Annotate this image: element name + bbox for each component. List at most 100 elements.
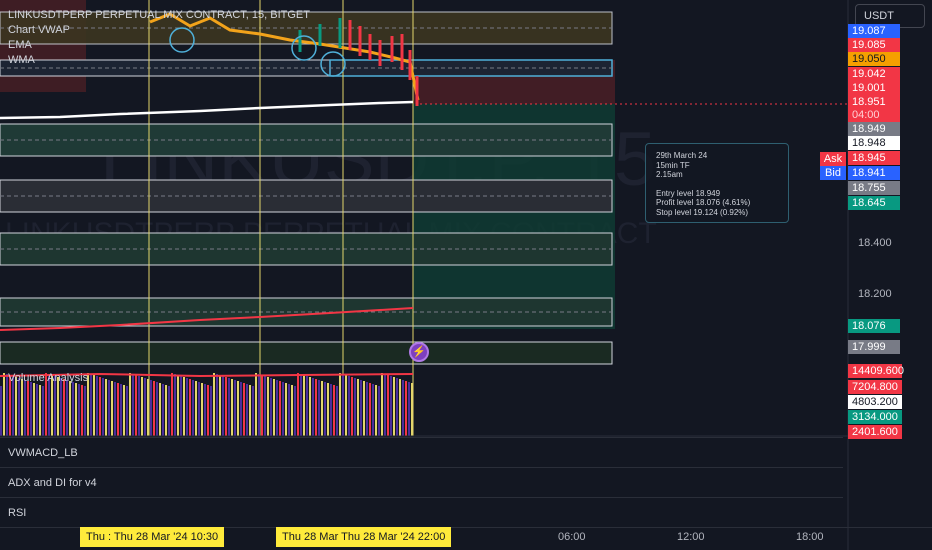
volume-bar — [252, 386, 254, 436]
volume-bar — [354, 378, 356, 436]
price-tag: 18.951 — [848, 95, 900, 109]
volume-bar — [348, 376, 350, 436]
volume-bar — [279, 381, 281, 436]
volume-bar — [12, 376, 14, 436]
pane-adx[interactable]: ADX and DI for v4 — [0, 467, 843, 497]
volume-bar — [324, 382, 326, 436]
volume-bar — [219, 375, 221, 436]
note-profit: Profit level 18.076 (4.61%) — [656, 198, 751, 208]
volume-bar — [336, 386, 338, 436]
price-tag: 18.076 — [848, 319, 900, 333]
volume-bar — [351, 377, 353, 436]
volume-bar — [99, 377, 101, 436]
volume-bar — [375, 385, 377, 436]
price-tag: 18.948 — [848, 136, 900, 150]
volume-bar — [15, 377, 17, 436]
vwap-line — [0, 100, 414, 120]
volume-bar — [255, 373, 257, 436]
volume-bar — [171, 373, 173, 436]
volume-bar — [246, 384, 248, 436]
price-tag: 19.085 — [848, 38, 900, 52]
volume-bar — [189, 379, 191, 436]
volume-bar — [111, 381, 113, 436]
volume-bar — [24, 380, 26, 436]
volume-bar — [222, 376, 224, 436]
volume-bar — [297, 373, 299, 436]
price-tag: 17.999 — [848, 340, 900, 354]
volume-bar — [210, 386, 212, 436]
volume-bar — [378, 386, 380, 436]
volume-bar — [105, 379, 107, 436]
volume-bar — [369, 383, 371, 436]
volume-tag: 4803.200 — [848, 395, 902, 409]
time-highlight-2: Thu 28 Mar Thu 28 Mar '24 22:00 — [276, 527, 452, 547]
zone-box — [0, 341, 613, 365]
price-scale-1: 18.400 — [858, 237, 892, 249]
volume-bar — [81, 385, 83, 436]
volume-bar — [267, 377, 269, 436]
volume-bar — [192, 380, 194, 436]
volume-bar — [207, 385, 209, 436]
price-tag: 18.941 — [848, 166, 900, 180]
volume-bar — [216, 374, 218, 436]
volume-bar — [90, 374, 92, 436]
volume-bar — [93, 375, 95, 436]
volume-bar — [399, 379, 401, 436]
volume-bar — [261, 375, 263, 436]
volume-bar — [282, 382, 284, 436]
volume-bar — [120, 384, 122, 436]
volume-bar — [144, 378, 146, 436]
volume-bar — [339, 373, 341, 436]
volume-pane-title[interactable]: Volume Analysis — [8, 372, 88, 384]
pane-rsi[interactable]: RSI — [0, 497, 843, 527]
volume-bar — [327, 383, 329, 436]
flash-icon[interactable]: ⚡ — [409, 342, 429, 362]
volume-bar — [9, 375, 11, 436]
volume-bar — [180, 376, 182, 436]
volume-bar — [204, 384, 206, 436]
volume-bar — [78, 384, 80, 436]
note-stop: Stop level 19.124 (0.92%) — [656, 207, 749, 217]
note-entry: Entry level 18.949 — [656, 188, 721, 198]
chart-area[interactable]: LINKUSDT.P, 15 LINKUSDTPERP PERPETUAL MI… — [0, 0, 932, 550]
price-tag: 19.050 — [848, 52, 900, 66]
volume-bar — [303, 375, 305, 436]
volume-bar — [411, 383, 413, 436]
legend-ema[interactable]: EMA — [8, 38, 310, 53]
volume-bar — [408, 382, 410, 436]
volume-bar — [177, 375, 179, 436]
volume-bar — [66, 380, 68, 436]
volume-bar — [159, 383, 161, 436]
volume-tag: 7204.800 — [848, 380, 902, 394]
legend-wma[interactable]: WMA — [8, 53, 310, 68]
volume-bar — [51, 375, 53, 436]
volume-bar — [102, 378, 104, 436]
volume-bar — [234, 380, 236, 436]
volume-bar — [363, 381, 365, 436]
volume-bar — [270, 378, 272, 436]
volume-bar — [69, 381, 71, 436]
indicator-legend: LINKUSDTPERP PERPETUAL MIX CONTRACT, 15,… — [8, 8, 310, 68]
volume-bar — [84, 386, 86, 436]
volume-bar — [183, 377, 185, 436]
volume-bar — [309, 377, 311, 436]
volume-bar — [147, 379, 149, 436]
volume-bar — [273, 379, 275, 436]
legend-vwap[interactable]: Chart VWAP — [8, 23, 310, 38]
volume-bar — [342, 374, 344, 436]
volume-bar — [405, 381, 407, 436]
volume-bar — [165, 385, 167, 436]
volume-bar — [366, 382, 368, 436]
trade-note[interactable]: 29th March 24 15min TF 2.15am Entry leve… — [645, 143, 789, 223]
volume-bar — [72, 382, 74, 436]
symbol-line[interactable]: LINKUSDTPERP PERPETUAL MIX CONTRACT, 15,… — [8, 8, 310, 23]
volume-bar — [132, 374, 134, 436]
volume-bar — [315, 379, 317, 436]
volume-bar — [345, 375, 347, 436]
pane-vwmacd[interactable]: VWMACD_LB — [0, 437, 843, 467]
volume-bar — [21, 379, 23, 436]
price-tag: 18.949 — [848, 122, 900, 136]
volume-bar — [402, 380, 404, 436]
volume-bar — [228, 378, 230, 436]
volume-tag: 14409.600 — [848, 364, 904, 378]
